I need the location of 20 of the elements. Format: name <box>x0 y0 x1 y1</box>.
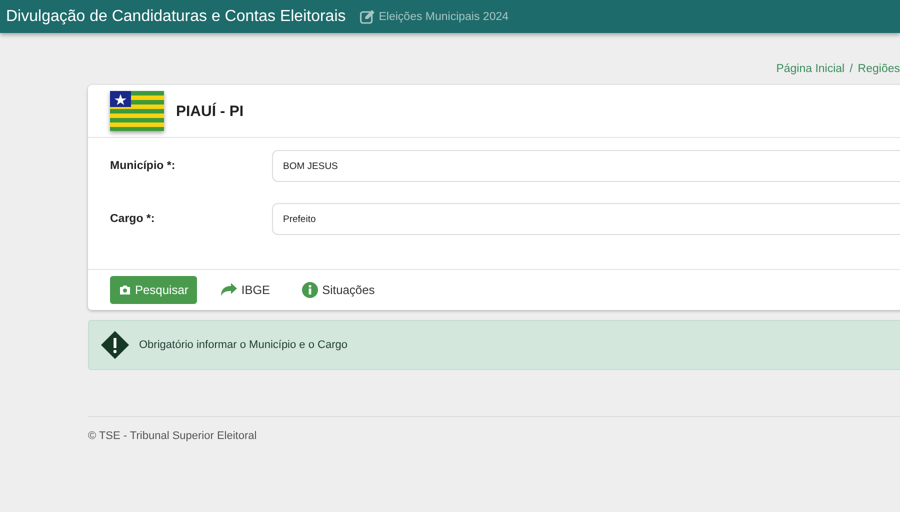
field-label: Município *: <box>110 160 176 172</box>
action-link[interactable]: Situações <box>294 276 383 304</box>
share-arrow-icon <box>221 283 238 297</box>
field-label: Cargo *: <box>110 213 156 225</box>
breadcrumb-link[interactable]: Página Inicial <box>776 63 845 85</box>
edit-icon <box>360 10 375 24</box>
select-field[interactable]: Prefeito <box>272 203 900 235</box>
breadcrumb-link[interactable]: Regiões <box>858 63 900 85</box>
warning-icon <box>101 331 129 359</box>
breadcrumb-separator: / <box>850 63 853 77</box>
alert-message: Obrigatório informar o Município e o Cargo <box>139 339 348 351</box>
select-field[interactable]: BOM JESUS <box>272 150 900 182</box>
state-title: PIAUÍ - PI <box>176 102 244 120</box>
app-title: Divulgação de Candidaturas e Contas Eleitorais <box>6 8 346 26</box>
election-subtitle: Eleições Municipais 2024 <box>378 10 509 22</box>
info-icon <box>302 282 318 298</box>
state-flag-icon <box>110 91 164 131</box>
footer-text: © TSE - Tribunal Superior Eleitoral <box>88 430 257 442</box>
camera-icon <box>119 285 131 295</box>
action-link[interactable]: IBGE <box>213 277 278 303</box>
